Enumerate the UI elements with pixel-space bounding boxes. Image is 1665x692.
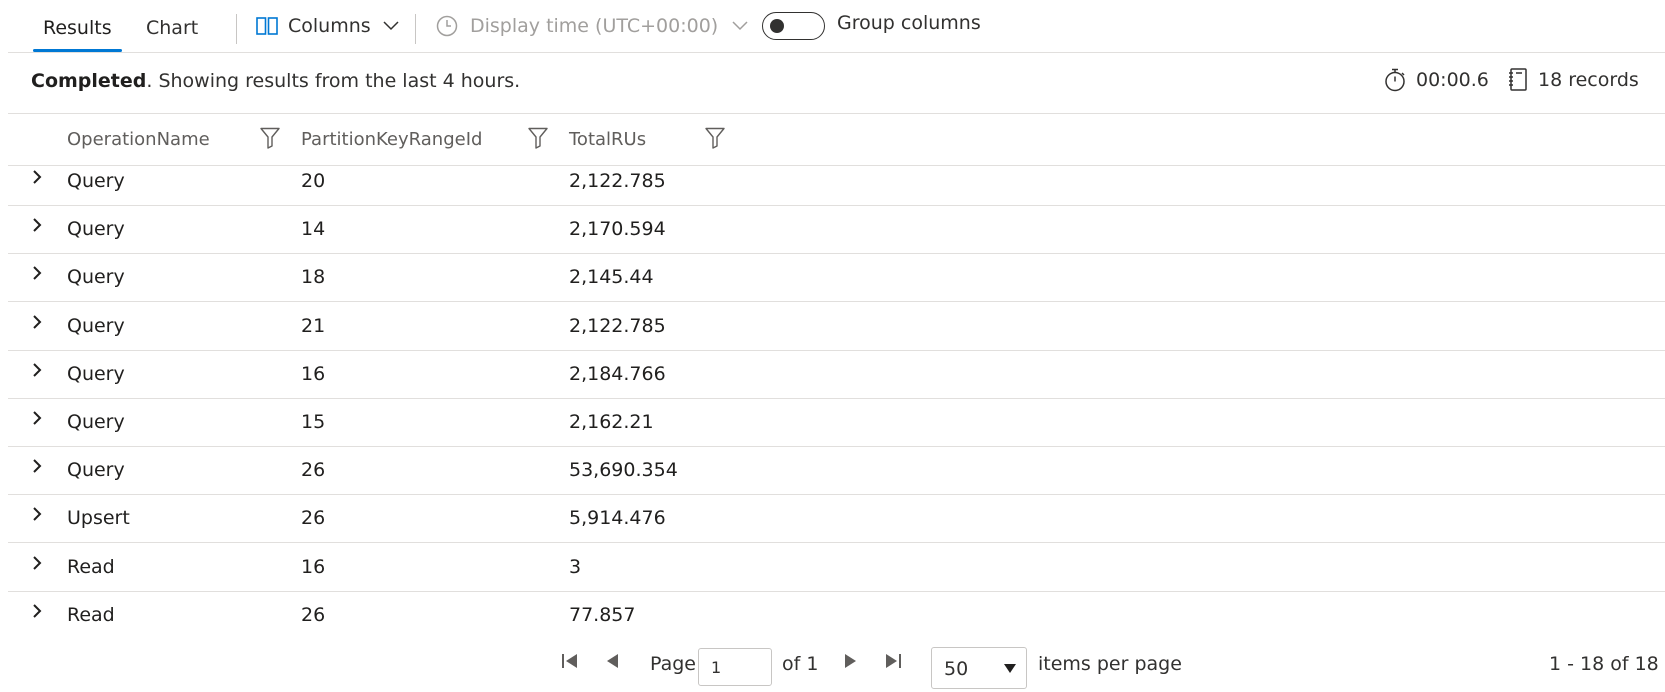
cell-operation-name: Read: [67, 603, 115, 626]
last-page-icon[interactable]: [884, 652, 902, 675]
table-row[interactable]: Query 16 2,184.766: [8, 351, 1665, 399]
cell-total-rus: 2,122.785: [569, 170, 666, 192]
results-grid-body: Query 20 2,122.785 Query 14 2,170.594 Query 18 2…: [8, 166, 1665, 634]
caret-down-icon: [1004, 664, 1016, 673]
cell-partition-key-range-id: 16: [301, 362, 326, 385]
cell-operation-name: Query: [67, 170, 125, 192]
cell-operation-name: Query: [67, 266, 125, 289]
table-row[interactable]: Query 14 2,170.594: [8, 206, 1665, 255]
pagination-bar: Page 1 of 1 50 items per page 1 - 18 of …: [0, 634, 1665, 692]
page-number-input[interactable]: 1: [698, 648, 772, 686]
cell-total-rus: 2,170.594: [569, 218, 666, 241]
items-per-page-label: items per page: [1038, 653, 1182, 675]
expand-row-icon[interactable]: [32, 166, 44, 203]
expand-row-icon[interactable]: [32, 254, 44, 299]
cell-operation-name: Query: [67, 362, 125, 385]
item-range-label: 1 - 18 of 18 it: [1549, 653, 1665, 675]
toolbar-divider: [236, 14, 237, 44]
chevron-down-icon: [383, 21, 399, 31]
cell-partition-key-range-id: 16: [301, 555, 326, 578]
tab-results[interactable]: Results: [33, 0, 122, 52]
table-row[interactable]: Read 26 77.857: [8, 592, 1665, 634]
cell-partition-key-range-id: 26: [301, 603, 326, 626]
cell-partition-key-range-id: 15: [301, 411, 326, 433]
table-row[interactable]: Query 20 2,122.785: [8, 166, 1665, 206]
columns-button[interactable]: Columns: [256, 0, 399, 52]
cell-operation-name: Query: [67, 218, 125, 241]
results-toolbar: Results Chart Columns Display time (UTC+…: [8, 0, 1665, 53]
display-time-label: Display time (UTC+00:00): [470, 15, 719, 37]
cell-total-rus: 53,690.354: [569, 459, 678, 482]
expand-row-icon[interactable]: [32, 206, 44, 251]
expand-row-icon[interactable]: [32, 544, 44, 589]
columns-icon: [256, 17, 278, 35]
expand-row-icon[interactable]: [32, 495, 44, 540]
table-row[interactable]: Read 16 3: [8, 544, 1665, 592]
table-row[interactable]: Query 21 2,122.785: [8, 303, 1665, 351]
page-label: Page: [650, 653, 696, 675]
expand-row-icon[interactable]: [32, 303, 44, 348]
previous-page-icon[interactable]: [604, 652, 620, 675]
group-columns-label: Group columns: [837, 12, 981, 34]
filter-icon[interactable]: [528, 127, 548, 154]
records-icon: [1508, 68, 1528, 92]
table-row[interactable]: Upsert 26 5,914.476: [8, 495, 1665, 544]
cell-total-rus: 2,162.21: [569, 411, 654, 433]
cell-operation-name: Read: [67, 555, 115, 578]
status-state: Completed: [31, 70, 147, 92]
stopwatch-icon: [1384, 68, 1406, 92]
first-page-icon[interactable]: [561, 652, 579, 675]
cell-partition-key-range-id: 26: [301, 507, 326, 530]
toolbar-divider: [415, 14, 416, 44]
records-value: 18 records: [1538, 69, 1639, 91]
cell-operation-name: Query: [67, 411, 125, 433]
group-columns-toggle[interactable]: [762, 12, 825, 40]
grid-header: OperationName PartitionKeyRangeId TotalR…: [8, 114, 1665, 166]
cell-partition-key-range-id: 26: [301, 459, 326, 482]
cell-total-rus: 2,184.766: [569, 362, 666, 385]
page-size-select[interactable]: 50: [931, 647, 1027, 689]
query-duration: 00:00.6: [1384, 68, 1489, 92]
next-page-icon[interactable]: [843, 652, 859, 675]
table-row[interactable]: Query 18 2,145.44: [8, 254, 1665, 303]
column-header-operation-name[interactable]: OperationName: [67, 129, 210, 150]
cell-operation-name: Upsert: [67, 507, 130, 530]
column-header-total-rus[interactable]: TotalRUs: [569, 129, 646, 150]
cell-total-rus: 77.857: [569, 603, 636, 626]
table-row[interactable]: Query 15 2,162.21: [8, 399, 1665, 447]
table-row[interactable]: Query 26 53,690.354: [8, 447, 1665, 496]
cell-total-rus: 2,122.785: [569, 314, 666, 337]
expand-row-icon[interactable]: [32, 399, 44, 444]
filter-icon[interactable]: [705, 127, 725, 154]
cell-operation-name: Query: [67, 459, 125, 482]
cell-total-rus: 5,914.476: [569, 507, 666, 530]
expand-row-icon[interactable]: [32, 351, 44, 396]
cell-partition-key-range-id: 18: [301, 266, 326, 289]
cell-partition-key-range-id: 21: [301, 314, 326, 337]
clock-icon: [436, 15, 458, 37]
expand-row-icon[interactable]: [32, 592, 44, 634]
cell-total-rus: 2,145.44: [569, 266, 654, 289]
duration-value: 00:00.6: [1416, 69, 1489, 91]
display-time-button[interactable]: Display time (UTC+00:00): [436, 0, 748, 52]
column-header-partition-key-range-id[interactable]: PartitionKeyRangeId: [301, 129, 482, 150]
toggle-knob: [770, 19, 784, 33]
chevron-down-icon: [732, 21, 748, 31]
page-size-value: 50: [944, 658, 969, 680]
expand-row-icon[interactable]: [32, 447, 44, 492]
status-message: Completed. Showing results from the last…: [31, 70, 520, 92]
cell-operation-name: Query: [67, 314, 125, 337]
query-status-bar: Completed. Showing results from the last…: [8, 53, 1665, 114]
page-count-label: of 1: [782, 653, 819, 675]
columns-label: Columns: [288, 15, 371, 37]
tab-chart[interactable]: Chart: [146, 0, 198, 52]
status-text: . Showing results from the last 4 hours.: [146, 70, 521, 92]
filter-icon[interactable]: [260, 127, 280, 154]
cell-partition-key-range-id: 14: [301, 218, 326, 241]
cell-partition-key-range-id: 20: [301, 170, 326, 192]
record-count: 18 records: [1508, 68, 1639, 92]
cell-total-rus: 3: [569, 555, 582, 578]
